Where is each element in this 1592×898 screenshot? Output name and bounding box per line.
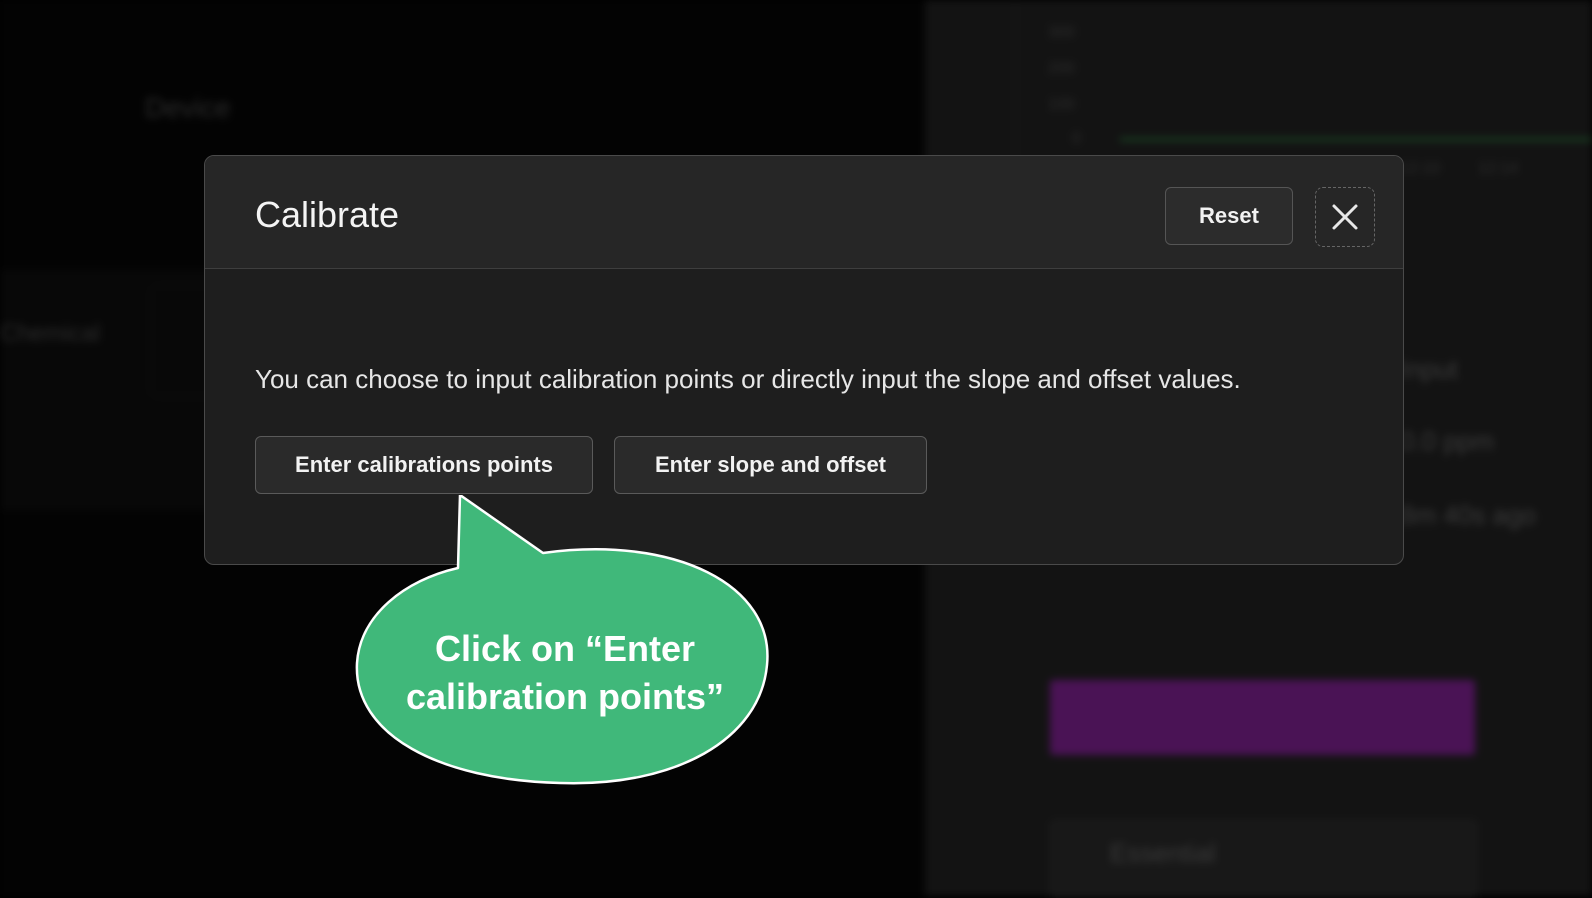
dialog-description: You can choose to input calibration poin… (255, 364, 1241, 394)
background-purple-block (1050, 680, 1475, 755)
callout-line: calibration points” (405, 676, 725, 717)
axis-tick: 200 (1048, 60, 1075, 77)
close-icon (1332, 204, 1358, 230)
reset-button[interactable]: Reset (1165, 187, 1293, 245)
axis-tick: 300 (1048, 24, 1075, 41)
axis-tick: 100 (1048, 96, 1075, 113)
background-separator (1015, 0, 1016, 160)
enter-calibration-points-button[interactable]: Enter calibrations points (255, 436, 593, 494)
background-input-label: Input (1400, 354, 1458, 384)
axis-tick: 0 (1072, 130, 1081, 147)
background-heading: Device (145, 92, 231, 123)
background-value: 0.0 ppm (1400, 426, 1494, 456)
close-button[interactable] (1315, 187, 1375, 247)
background-label: Chemical (0, 320, 101, 347)
background-section-title: Essential (1110, 838, 1216, 868)
callout-line: Click on “Enter (434, 628, 696, 669)
dialog-header: Calibrate Reset (205, 156, 1403, 269)
background-timestamp: 8m 40s ago (1400, 500, 1536, 530)
callout-text: Click on “Enter calibration points” (360, 625, 770, 721)
background-chart-line (1120, 138, 1592, 141)
axis-time: 12:14 (1478, 160, 1519, 177)
dialog-title: Calibrate (255, 194, 400, 235)
enter-slope-offset-button[interactable]: Enter slope and offset (614, 436, 927, 494)
axis-time: 12:10 (1400, 160, 1441, 177)
